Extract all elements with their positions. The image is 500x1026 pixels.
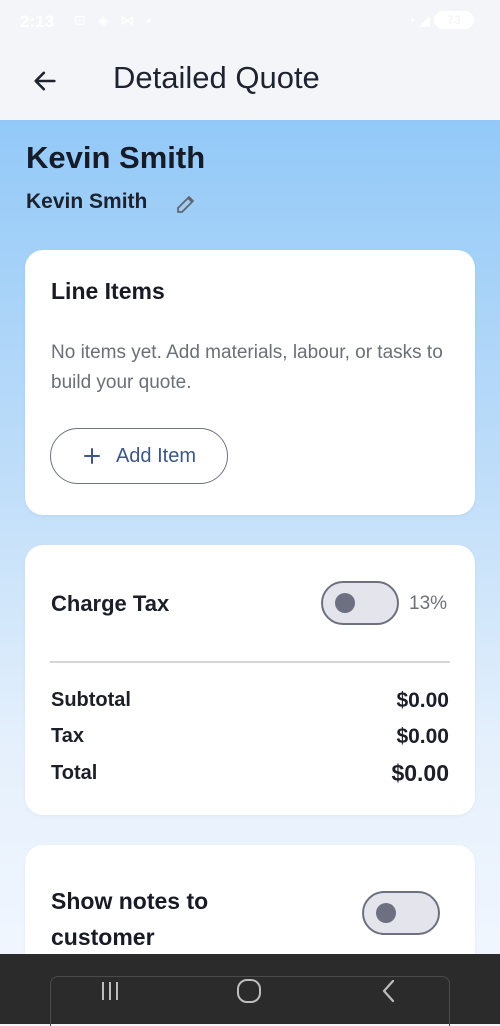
recent-apps-icon bbox=[102, 982, 118, 1000]
nav-back-button[interactable] bbox=[369, 976, 409, 1006]
toggle-knob bbox=[376, 903, 396, 923]
tax-label: Tax bbox=[51, 725, 84, 747]
tax-rate: 13% bbox=[409, 593, 448, 614]
signal-icons: ◔ ◢ bbox=[406, 12, 430, 28]
divider bbox=[50, 661, 450, 663]
line-items-empty-text: No items yet. Add materials, labour, or … bbox=[51, 342, 443, 393]
page-title: Detailed Quote bbox=[113, 60, 320, 95]
total-label: Total bbox=[51, 762, 98, 784]
pencil-icon[interactable] bbox=[174, 192, 198, 216]
back-button[interactable] bbox=[22, 58, 68, 104]
notes-card: Show notes to customer bbox=[25, 845, 475, 954]
tax-value: $0.00 bbox=[396, 725, 449, 748]
client-name: Kevin Smith bbox=[26, 140, 206, 175]
system-nav-bar bbox=[0, 954, 500, 1026]
status-bar: 2:13 ⊡ ◈ ⋈ • ◔ ◢ 73 bbox=[0, 0, 500, 44]
battery-icon: 73 bbox=[434, 11, 474, 29]
charge-tax-toggle[interactable] bbox=[321, 581, 399, 625]
client-subtitle: Kevin Smith bbox=[26, 190, 148, 213]
tax-summary-card: Charge Tax 13% Subtotal $0.00 Tax $0.00 … bbox=[25, 545, 475, 815]
app-bar: Detailed Quote bbox=[0, 44, 500, 120]
plus-icon bbox=[83, 448, 100, 464]
notification-icons: ⊡ ◈ ⋈ • bbox=[74, 12, 156, 28]
add-item-button[interactable]: Add Item bbox=[50, 428, 228, 484]
show-notes-toggle[interactable] bbox=[362, 891, 440, 935]
line-items-card: Line Items No items yet. Add materials, … bbox=[25, 250, 475, 515]
home-icon bbox=[237, 979, 261, 1003]
add-item-label: Add Item bbox=[115, 444, 197, 467]
show-notes-label: Show notes to customer bbox=[51, 888, 209, 950]
home-button[interactable] bbox=[229, 976, 269, 1006]
arrow-back-icon bbox=[34, 71, 56, 91]
line-items-title: Line Items bbox=[51, 278, 165, 304]
recent-apps-button[interactable] bbox=[90, 976, 130, 1006]
subtotal-label: Subtotal bbox=[51, 689, 131, 711]
status-time: 2:13 bbox=[20, 12, 55, 31]
total-value: $0.00 bbox=[391, 760, 449, 786]
charge-tax-label: Charge Tax bbox=[51, 591, 170, 616]
toggle-knob bbox=[335, 593, 355, 613]
quote-content[interactable]: Kevin Smith Kevin Smith Line Items No it… bbox=[0, 120, 500, 954]
subtotal-value: $0.00 bbox=[396, 689, 449, 712]
back-icon bbox=[382, 979, 395, 1003]
